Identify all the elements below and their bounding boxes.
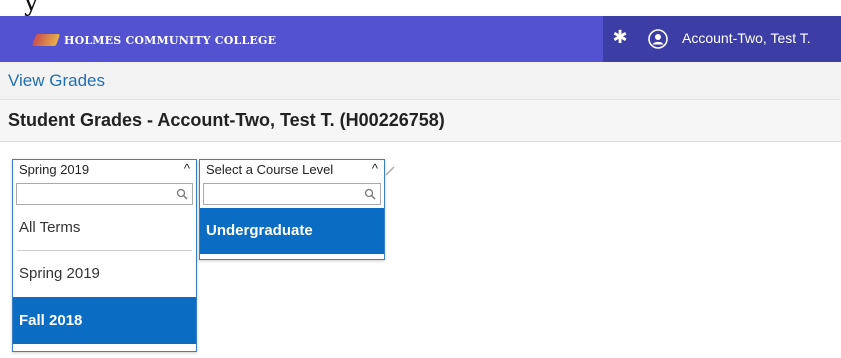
term-dropdown[interactable]: Spring 2019 ^ All Terms Spring 2019 Fall… xyxy=(12,159,197,352)
term-option-all-terms[interactable]: All Terms xyxy=(13,206,196,250)
title-bar: Student Grades - Account-Two, Test T. (H… xyxy=(0,100,841,142)
app-header: HOLMES COMMUNITY COLLEGE ✱ Account-Two, … xyxy=(0,16,841,62)
breadcrumb-view-grades[interactable]: View Grades xyxy=(8,71,105,91)
level-search-box[interactable] xyxy=(203,183,381,205)
college-logo-text: HOLMES COMMUNITY COLLEGE xyxy=(64,33,277,47)
pencil-icon xyxy=(385,166,395,176)
search-icon xyxy=(364,188,376,200)
chevron-up-icon[interactable]: ^ xyxy=(372,161,378,176)
course-level-dropdown[interactable]: Select a Course Level ^ Undergraduate xyxy=(199,159,385,260)
user-name[interactable]: Account-Two, Test T. xyxy=(682,30,811,46)
term-option-fall-2018[interactable]: Fall 2018 xyxy=(13,297,196,344)
search-icon xyxy=(176,188,188,200)
level-option-undergraduate[interactable]: Undergraduate xyxy=(200,208,384,254)
term-search-input[interactable] xyxy=(20,186,173,204)
page-caption: y xyxy=(24,0,40,16)
page-title: Student Grades - Account-Two, Test T. (H… xyxy=(8,110,445,130)
college-logo-mark-icon xyxy=(31,34,61,46)
level-search-input[interactable] xyxy=(207,186,361,204)
term-selected-value: Spring 2019 xyxy=(19,162,90,177)
level-placeholder: Select a Course Level xyxy=(206,162,334,177)
breadcrumb: View Grades xyxy=(0,62,841,100)
college-logo[interactable]: HOLMES COMMUNITY COLLEGE xyxy=(31,33,277,47)
term-search-box[interactable] xyxy=(16,183,193,205)
gear-icon[interactable]: ✱ xyxy=(611,29,629,47)
header-user-area: ✱ Account-Two, Test T. xyxy=(603,16,841,62)
level-select-current[interactable]: Select a Course Level ^ xyxy=(200,160,384,182)
term-option-spring-2019[interactable]: Spring 2019 xyxy=(13,251,196,296)
page-top-strip: y xyxy=(0,0,841,16)
chevron-up-icon[interactable]: ^ xyxy=(184,161,190,176)
term-select-current[interactable]: Spring 2019 ^ xyxy=(13,160,196,182)
user-circle-icon[interactable] xyxy=(648,29,668,49)
